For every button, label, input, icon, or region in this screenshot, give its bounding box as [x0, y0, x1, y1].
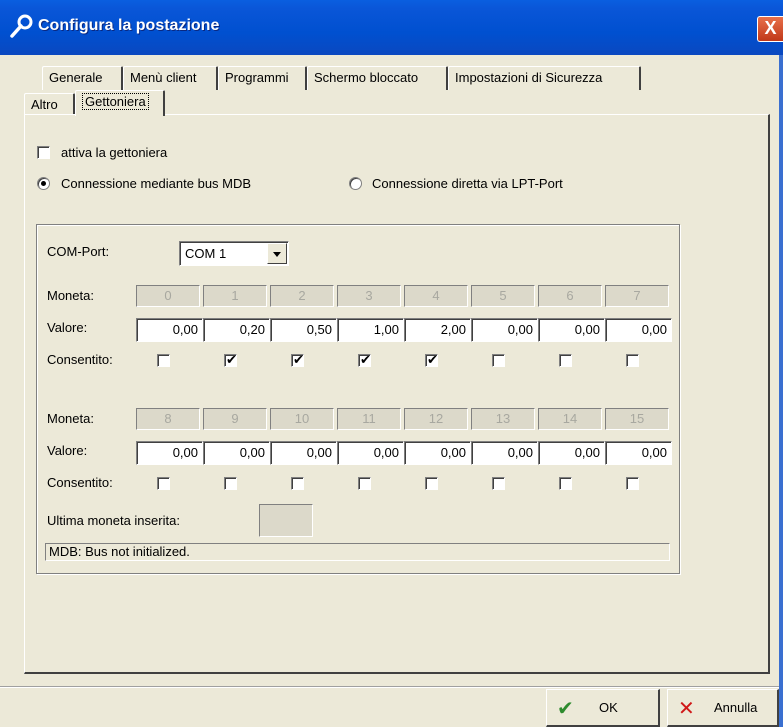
checkmark-icon: ✔ [293, 352, 304, 367]
coin-id: 7 [605, 285, 669, 307]
coin-value-input[interactable]: 1,00 [337, 318, 404, 342]
coin-allowed-checkbox[interactable] [291, 477, 304, 490]
coin-allowed-checkbox[interactable] [224, 477, 237, 490]
coin-id: 3 [337, 285, 401, 307]
last-coin-value [259, 504, 313, 537]
coin-id: 8 [136, 408, 200, 430]
coin-id: 6 [538, 285, 602, 307]
coin-id: 2 [270, 285, 334, 307]
coin-value-input[interactable]: 0,00 [605, 441, 672, 465]
coin-allowed-checkbox[interactable]: ✔ [358, 352, 371, 367]
coin-value-input[interactable]: 0,00 [471, 441, 538, 465]
moneta-label-2: Moneta: [47, 411, 94, 426]
com-port-select[interactable]: COM 1 [179, 241, 289, 266]
coin-id: 9 [203, 408, 267, 430]
coin-value-input[interactable]: 0,20 [203, 318, 270, 342]
coin-allowed-checkbox[interactable] [157, 477, 170, 490]
coin-value-input[interactable]: 0,00 [538, 441, 605, 465]
coin-value-input[interactable]: 0,00 [605, 318, 672, 342]
coin-allowed-checkbox[interactable] [626, 477, 639, 490]
coin-id: 5 [471, 285, 535, 307]
coin-id: 4 [404, 285, 468, 307]
last-coin-label: Ultima moneta inserita: [47, 513, 180, 528]
coin-id: 12 [404, 408, 468, 430]
coin-allowed-checkbox[interactable] [358, 477, 371, 490]
coin-allowed-checkbox[interactable]: ✔ [425, 352, 438, 367]
group-content: COM-Port: COM 1 Moneta: Valore: Consenti… [0, 0, 783, 727]
coin-id: 0 [136, 285, 200, 307]
coin-allowed-checkbox[interactable] [626, 354, 639, 367]
coin-value-input[interactable]: 0,00 [538, 318, 605, 342]
coin-value-input[interactable]: 0,50 [270, 318, 337, 342]
consentito-label-2: Consentito: [47, 475, 113, 490]
com-port-label: COM-Port: [47, 244, 110, 259]
coin-allowed-checkbox[interactable]: ✔ [291, 352, 304, 367]
coin-id: 10 [270, 408, 334, 430]
coin-value-input[interactable]: 0,00 [337, 441, 404, 465]
consentito-label-1: Consentito: [47, 352, 113, 367]
coin-value-input[interactable]: 0,00 [136, 441, 203, 465]
coin-allowed-checkbox[interactable] [492, 477, 505, 490]
coin-allowed-checkbox[interactable] [157, 354, 170, 367]
coin-id: 1 [203, 285, 267, 307]
coin-allowed-checkbox[interactable]: ✔ [224, 352, 237, 367]
coin-value-input[interactable]: 2,00 [404, 318, 471, 342]
coin-value-input[interactable]: 0,00 [270, 441, 337, 465]
valore-label-2: Valore: [47, 443, 88, 458]
checkmark-icon: ✔ [427, 352, 438, 367]
checkmark-icon: ✔ [226, 352, 237, 367]
chevron-down-icon[interactable] [267, 243, 287, 264]
checkmark-icon: ✔ [360, 352, 371, 367]
status-text: MDB: Bus not initialized. [45, 543, 670, 561]
coin-value-input[interactable]: 0,00 [404, 441, 471, 465]
coin-allowed-checkbox[interactable] [559, 477, 572, 490]
coin-id: 11 [337, 408, 401, 430]
moneta-label-1: Moneta: [47, 288, 94, 303]
coin-value-input[interactable]: 0,00 [471, 318, 538, 342]
com-port-value: COM 1 [185, 246, 227, 261]
coin-id: 14 [538, 408, 602, 430]
coin-allowed-checkbox[interactable] [559, 354, 572, 367]
coin-id: 13 [471, 408, 535, 430]
coin-allowed-checkbox[interactable] [492, 354, 505, 367]
coin-id: 15 [605, 408, 669, 430]
coin-value-input[interactable]: 0,00 [203, 441, 270, 465]
valore-label-1: Valore: [47, 320, 88, 335]
coin-allowed-checkbox[interactable] [425, 477, 438, 490]
coin-value-input[interactable]: 0,00 [136, 318, 203, 342]
